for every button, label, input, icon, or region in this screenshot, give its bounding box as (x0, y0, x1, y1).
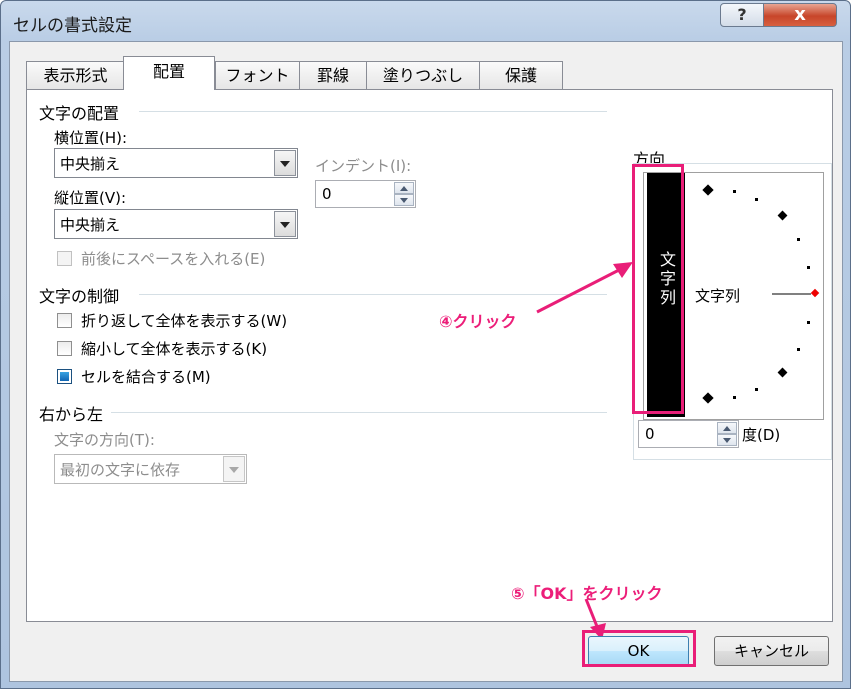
dial-mark-dot (733, 190, 736, 193)
indent-spinner[interactable]: 0 (315, 180, 416, 208)
dial-mark-upper (777, 210, 788, 221)
dial-mark-dot (797, 348, 800, 351)
horizontal-value: 中央揃え (60, 155, 121, 173)
group-divider (139, 111, 607, 112)
spin-down-icon[interactable] (717, 434, 737, 446)
tab-font[interactable]: フォント (215, 61, 300, 89)
text-control-group-label: 文字の制御 (39, 287, 120, 306)
text-direction-value: 最初の文字に依存 (60, 461, 181, 479)
vertical-label: 縦位置(V): (54, 189, 127, 207)
arrow-annotation-4 (536, 262, 633, 314)
title-bar[interactable]: セルの書式設定 ? x (1, 1, 850, 41)
spin-up-icon[interactable] (717, 422, 737, 434)
spin-up-icon[interactable] (394, 182, 414, 194)
spin-down-icon[interactable] (394, 194, 414, 206)
merge-cells-checkbox[interactable] (57, 369, 72, 384)
help-button[interactable]: ? (720, 3, 764, 27)
close-icon: x (794, 4, 806, 25)
annotation-step4: ④クリック (439, 312, 517, 331)
wrap-text-label: 折り返して全体を表示する(W) (81, 312, 288, 330)
shrink-to-fit-label: 縮小して全体を表示する(K) (81, 340, 268, 358)
alignment-panel: 文字の配置 横位置(H): 中央揃え インデント(I): 0 縦位置(V): 中… (26, 89, 833, 622)
close-button[interactable]: x (763, 3, 837, 27)
dial-mark-dot (755, 388, 758, 391)
vertical-value: 中央揃え (60, 216, 121, 234)
dial-pointer (810, 288, 820, 298)
cancel-button[interactable]: キャンセル (714, 636, 829, 666)
tab-fill[interactable]: 塗りつぶし (366, 61, 480, 89)
spinner-buttons (394, 182, 414, 206)
wrap-text-checkbox[interactable] (57, 313, 72, 328)
dialog-body: 表示形式 配置 フォント 罫線 塗りつぶし 保護 文字の配置 横位置(H): 中… (9, 41, 843, 682)
text-direction-label: 文字の方向(T): (54, 431, 155, 449)
dialog-title: セルの書式設定 (13, 16, 132, 36)
tab-protection[interactable]: 保護 (479, 61, 563, 89)
dial-mark-lower (777, 367, 788, 378)
degree-value: 0 (645, 425, 655, 443)
dial-mark-bottom (702, 392, 714, 404)
dial-text-label: 文字列 (695, 287, 741, 305)
chevron-down-icon[interactable] (274, 150, 296, 176)
chevron-down-icon[interactable] (274, 211, 296, 237)
tab-number[interactable]: 表示形式 (26, 61, 125, 89)
rtl-group-label: 右から左 (39, 405, 104, 424)
dial-mark-dot (807, 266, 810, 269)
shrink-to-fit-checkbox[interactable] (57, 341, 72, 356)
vertical-select[interactable]: 中央揃え (54, 209, 298, 239)
text-direction-select[interactable]: 最初の文字に依存 (54, 454, 247, 484)
indent-value: 0 (322, 185, 332, 203)
merge-cells-label: セルを結合する(M) (81, 368, 211, 386)
tab-alignment[interactable]: 配置 (123, 56, 215, 90)
indent-label: インデント(I): (315, 157, 412, 175)
degree-label: 度(D) (742, 426, 781, 444)
dial-mark-dot (797, 238, 800, 241)
degree-spinner[interactable]: 0 (638, 420, 739, 448)
horizontal-label: 横位置(H): (54, 129, 128, 147)
horizontal-select[interactable]: 中央揃え (54, 148, 298, 178)
dial-mark-dot (807, 321, 810, 324)
chevron-down-icon[interactable] (223, 456, 245, 482)
spinner-buttons (717, 422, 737, 446)
text-alignment-group-label: 文字の配置 (39, 104, 120, 123)
help-icon: ? (737, 5, 747, 24)
distributed-label: 前後にスペースを入れる(E) (81, 250, 266, 268)
group-divider (111, 412, 607, 413)
distributed-checkbox[interactable] (57, 251, 72, 266)
highlight-ok-button (582, 630, 696, 667)
dial-mark-dot (733, 396, 736, 399)
tab-border[interactable]: 罫線 (299, 61, 367, 89)
format-cells-dialog: セルの書式設定 ? x 表示形式 配置 フォント 罫線 塗りつぶし 保護 文字の… (0, 0, 851, 689)
dial-mark-dot (755, 198, 758, 201)
dial-mark-top (702, 184, 714, 196)
